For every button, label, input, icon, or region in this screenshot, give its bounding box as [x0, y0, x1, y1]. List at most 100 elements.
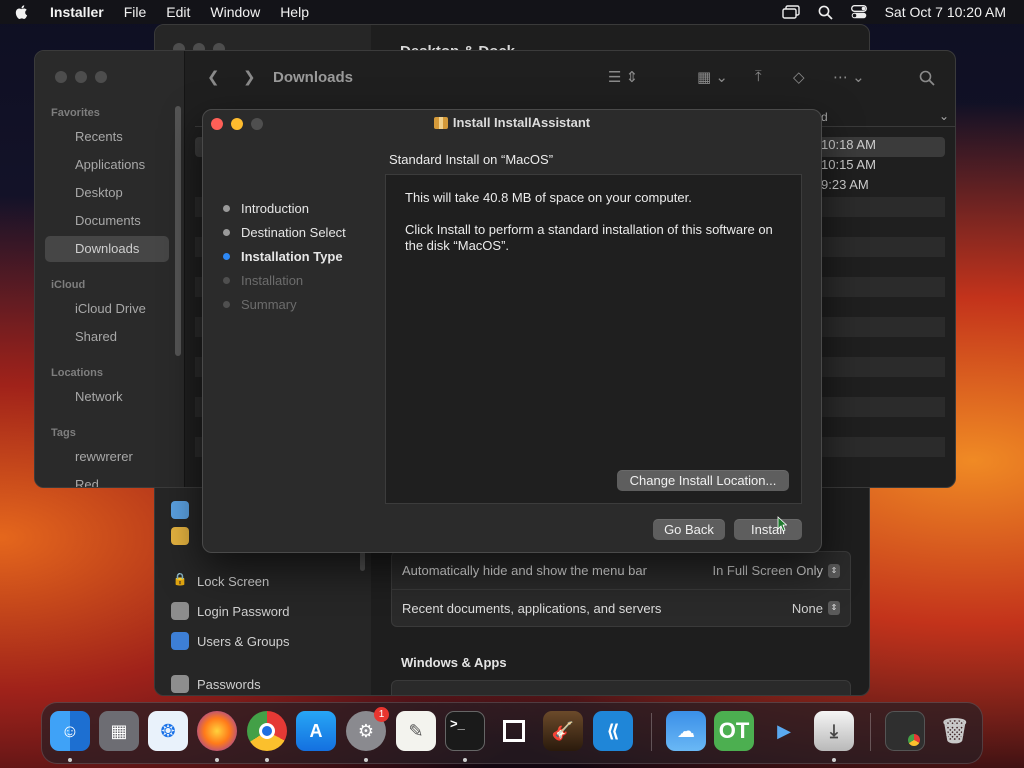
settings-item-users-groups[interactable]: Users & Groups [171, 632, 289, 650]
stepper-icon: ⇕ [828, 563, 840, 578]
go-back-button[interactable]: Go Back [653, 519, 725, 540]
ot-app-icon[interactable]: OT [714, 711, 754, 751]
step-label: Installation Type [241, 248, 343, 264]
settings-item-login-password[interactable]: Login Password [171, 602, 290, 620]
back-icon[interactable]: ❮ [207, 68, 220, 86]
recent-documents-value: None [791, 600, 823, 616]
settings-item-label: Login Password [197, 603, 290, 619]
trash-icon[interactable]: 🗑 [935, 711, 975, 751]
settings-item-label: Lock Screen [197, 573, 270, 589]
screen-mirroring-icon[interactable] [781, 5, 800, 19]
sidebar-item-recents[interactable]: Recents [75, 129, 123, 144]
running-indicator [463, 758, 467, 762]
menu-edit[interactable]: Edit [166, 4, 190, 20]
finder-sidebar: Favorites Recents Applications Desktop D… [35, 51, 185, 487]
install-heading: Standard Install on “MacOS” [389, 152, 554, 167]
textedit-icon[interactable]: ✎ [396, 711, 436, 751]
change-install-location-button[interactable]: Change Install Location... [617, 470, 789, 491]
finder-minimize-button[interactable] [75, 71, 87, 83]
finder-icon[interactable]: ☺ [50, 711, 90, 751]
login-password-icon [171, 602, 189, 620]
step-installation: Installation [223, 268, 346, 292]
installer-title: Install InstallAssistant [452, 115, 591, 130]
finder-sidebar-scrollbar[interactable] [175, 106, 181, 356]
sidebar-item-tag-red[interactable]: Red [75, 477, 99, 487]
sidebar-item-tag-rewwrerer[interactable]: rewwrerer [75, 449, 133, 464]
column-header-date-added: d [821, 110, 828, 124]
auto-hide-menu-bar-select[interactable]: In Full Screen Only ⇕ [712, 563, 840, 578]
chrome-icon[interactable] [247, 711, 287, 751]
menu-file[interactable]: File [124, 4, 147, 20]
menu-help[interactable]: Help [280, 4, 309, 20]
install-content-panel: This will take 40.8 MB of space on your … [385, 174, 802, 504]
step-introduction: Introduction [223, 196, 346, 220]
terminal-icon[interactable]: >_ [445, 711, 485, 751]
dock-separator [651, 713, 652, 751]
search-icon[interactable] [919, 70, 935, 86]
windows-apps-section-title: Windows & Apps [401, 655, 507, 670]
file-date: 10:18 AM [821, 137, 876, 152]
step-label: Introduction [241, 200, 309, 216]
chrome-window-minimized-icon[interactable] [885, 711, 925, 751]
instruments-icon[interactable]: ▶ [764, 711, 804, 751]
apple-menu-icon[interactable] [14, 4, 30, 20]
dock-separator [870, 713, 871, 751]
step-label: Summary [241, 296, 297, 312]
group-icon[interactable]: ▦ ⌄ [697, 68, 728, 86]
menu-clock[interactable]: Sat Oct 7 10:20 AM [885, 4, 1006, 20]
firefox-icon[interactable] [197, 711, 237, 751]
forward-icon[interactable]: ❯ [243, 68, 256, 86]
tag-icon[interactable]: ◇ [793, 68, 805, 86]
file-date: 9:23 AM [821, 177, 869, 192]
list-view-icon[interactable]: ☰ ⇕ [608, 68, 638, 86]
share-icon[interactable]: ⤒ [755, 68, 762, 85]
running-indicator [68, 758, 72, 762]
finder-zoom-button[interactable] [95, 71, 107, 83]
spotlight-search-icon[interactable] [818, 5, 833, 20]
icloud-header: iCloud [51, 279, 86, 291]
finder-close-button[interactable] [55, 71, 67, 83]
step-installation-type: Installation Type [223, 244, 346, 268]
window-app-icon[interactable] [494, 711, 534, 751]
sidebar-item-shared[interactable]: Shared [75, 329, 117, 344]
auto-hide-menu-bar-row: Automatically hide and show the menu bar… [392, 552, 850, 589]
sidebar-item-documents[interactable]: Documents [75, 213, 141, 228]
auto-hide-menu-bar-label: Automatically hide and show the menu bar [402, 563, 647, 578]
settings-item-passwords[interactable]: Passwords [171, 675, 261, 693]
weather-icon[interactable]: ☁ [666, 711, 706, 751]
finder-title: Downloads [273, 69, 354, 86]
running-indicator [215, 758, 219, 762]
step-destination-select: Destination Select [223, 220, 346, 244]
settings-item-label: Users & Groups [197, 633, 290, 649]
safari-icon[interactable]: ❂ [148, 711, 188, 751]
users-groups-icon [171, 632, 189, 650]
more-actions-icon[interactable]: ⋯ ⌄ [833, 68, 865, 86]
garageband-icon[interactable]: 🎸 [543, 711, 583, 751]
sidebar-item-applications[interactable]: Applications [75, 157, 145, 172]
control-center-icon[interactable] [850, 5, 867, 19]
vscode-icon[interactable]: ⟪ [593, 711, 633, 751]
settings-item-app-partial-2[interactable] [171, 527, 189, 545]
sidebar-item-network[interactable]: Network [75, 389, 123, 404]
running-indicator [265, 758, 269, 762]
favorites-header: Favorites [51, 107, 100, 119]
running-indicator [364, 758, 368, 762]
stepper-icon: ⇕ [828, 601, 840, 615]
recent-documents-select[interactable]: None ⇕ [792, 601, 840, 616]
step-label: Destination Select [241, 224, 346, 240]
app-store-icon[interactable]: A [296, 711, 336, 751]
sidebar-item-downloads[interactable]: Downloads [45, 236, 169, 262]
settings-item-lock-screen[interactable]: 🔒 Lock Screen [171, 572, 270, 590]
install-button[interactable]: Install [734, 519, 802, 540]
sidebar-item-icloud-drive[interactable]: iCloud Drive [75, 301, 146, 316]
space-required-text: This will take 40.8 MB of space on your … [405, 190, 692, 205]
sidebar-item-desktop[interactable]: Desktop [75, 185, 123, 200]
menu-window[interactable]: Window [210, 4, 260, 20]
installer-window: Install InstallAssistant Standard Instal… [202, 109, 822, 553]
launchpad-icon[interactable]: ▦ [99, 711, 139, 751]
mouse-cursor-icon [777, 516, 787, 532]
settings-item-app-partial[interactable] [171, 501, 189, 519]
installer-icon[interactable]: ⤓ [814, 711, 854, 751]
menu-app-name[interactable]: Installer [50, 4, 104, 20]
install-instructions-text: Click Install to perform a standard inst… [405, 222, 773, 253]
